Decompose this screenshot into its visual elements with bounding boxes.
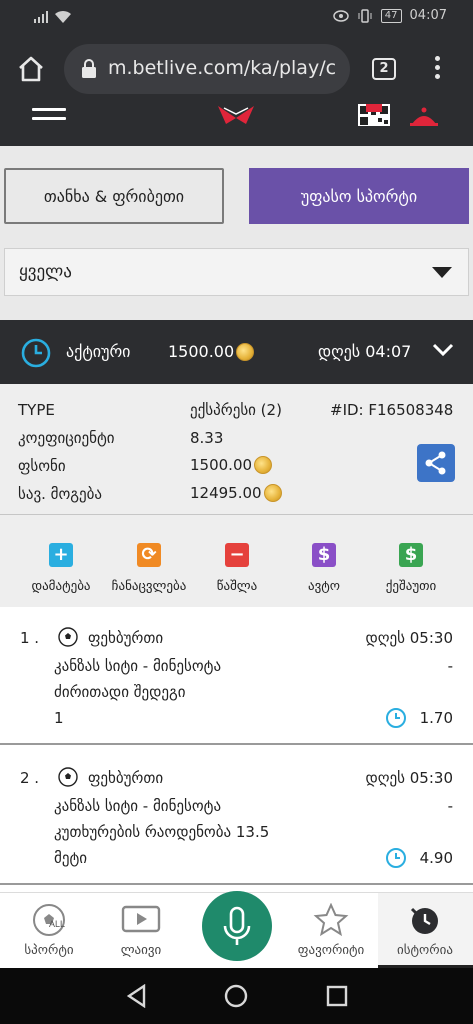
coin-icon [263, 484, 282, 502]
dollar-icon: $ [399, 543, 423, 567]
bet-time: დღეს 04:07 [318, 342, 412, 361]
tab-money-freebet[interactable]: თანხა & ფრიბეთი [4, 168, 224, 224]
bet-type-section: თანხა & ფრიბეთი უფასო სპორტი ყველა [0, 146, 473, 320]
filter-select[interactable]: ყველა [4, 248, 469, 296]
qr-code-icon[interactable] [356, 104, 392, 128]
bet-amount: 1500.00 [168, 342, 255, 361]
match-name: კანზას სიტი - მინესოტა [54, 657, 222, 675]
event-time: დღეს 05:30 [365, 629, 453, 647]
soccer-ball-icon [58, 767, 78, 787]
win-label: სავ. მოგება [18, 485, 103, 503]
play-icon [121, 905, 161, 933]
home-icon[interactable] [16, 54, 46, 84]
selection: მეტი [54, 849, 88, 867]
betlive-logo-icon[interactable] [216, 104, 256, 128]
nav-sport[interactable]: ALL სპორტი [4, 903, 94, 958]
vibrate-icon [358, 8, 372, 23]
win-value: 12495.00 [190, 484, 282, 502]
star-icon [313, 903, 349, 937]
home-circle-icon[interactable] [224, 984, 248, 1008]
selection-odds: 4.90 [419, 849, 453, 867]
stake-label: ფსონი [18, 457, 66, 475]
tab-free-sport[interactable]: უფასო სპორტი [249, 168, 469, 224]
plus-icon: + [49, 543, 73, 567]
market-name: ძირითადი შედეგი [54, 683, 186, 701]
auto-action-button[interactable]: $ ავტო [279, 543, 369, 594]
bet-id: #ID: F16508348 [330, 401, 454, 419]
odds-value: 8.33 [190, 429, 224, 447]
add-action-button[interactable]: + დამატება [16, 543, 106, 594]
bet-list-item[interactable]: 2 . ფეხბურთი დღეს 05:30 კანზას სიტი - მი… [0, 747, 473, 885]
status-bar: 47 04:07 [0, 0, 473, 34]
coin-icon [236, 342, 255, 361]
type-label: TYPE [18, 401, 55, 419]
share-icon[interactable] [417, 444, 455, 482]
url-bar[interactable]: m.betlive.com/ka/play/c [64, 44, 350, 94]
history-icon [410, 907, 438, 934]
soccer-all-icon: ALL [33, 904, 65, 936]
filter-selected-value: ყველა [19, 262, 72, 282]
bet-number: 1 . [20, 629, 40, 647]
bet-actions: + დამატება ⟳ ჩანაცვლება − წაშლა $ ავტო $… [0, 515, 473, 607]
delete-action-button[interactable]: − წაშლა [192, 543, 282, 594]
cashout-action-button[interactable]: $ ქეშაუთი [366, 543, 456, 594]
event-time: დღეს 05:30 [365, 769, 453, 787]
site-header [0, 104, 473, 146]
clock-icon [21, 338, 51, 368]
sport-name: ფეხბურთი [88, 629, 164, 647]
caret-down-icon [432, 267, 452, 278]
selection-odds: 1.70 [419, 709, 453, 727]
market-name: კუთხურების რაოდენობა 13.5 [54, 823, 270, 841]
pending-clock-icon [386, 848, 406, 868]
minus-icon: − [225, 543, 249, 567]
notification-bell-icon[interactable] [408, 104, 440, 128]
voice-button[interactable] [202, 891, 272, 961]
score-placeholder: - [447, 797, 453, 815]
mic-icon [223, 906, 251, 945]
lock-icon [82, 59, 96, 78]
signal-icon [34, 11, 48, 23]
type-value: ექსპრესი (2) [190, 401, 282, 419]
swap-icon: ⟳ [137, 543, 161, 567]
stake-value: 1500.00 [190, 456, 273, 474]
nav-favorites[interactable]: ფავორიტი [286, 903, 376, 958]
coin-icon [254, 456, 273, 474]
selection: 1 [54, 709, 64, 727]
wifi-icon [55, 10, 71, 23]
recents-icon[interactable] [325, 984, 349, 1008]
nav-live[interactable]: ლაივი [96, 903, 186, 958]
url-text: m.betlive.com/ka/play/c [108, 57, 337, 79]
chevron-down-icon[interactable] [432, 342, 454, 358]
browser-toolbar: m.betlive.com/ka/play/c 2 [0, 34, 473, 104]
bottom-navigation: ALL სპორტი ლაივი ფავორიტი ისტორია [0, 891, 473, 968]
battery-icon: 47 [380, 8, 402, 23]
bet-status: აქტიური [66, 342, 131, 361]
bet-number: 2 . [20, 769, 40, 787]
dollar-icon: $ [312, 543, 336, 567]
bet-list-item[interactable]: 1 . ფეხბურთი დღეს 05:30 კანზას სიტი - მი… [0, 607, 473, 745]
svg-text:ALL: ALL [49, 919, 65, 929]
pending-clock-icon [386, 708, 406, 728]
tabs-count-button[interactable]: 2 [372, 58, 396, 80]
soccer-ball-icon [58, 627, 78, 647]
system-navigation-bar [0, 968, 473, 1024]
odds-label: კოეფიციენტი [18, 429, 115, 447]
hamburger-menu-icon[interactable] [32, 108, 66, 126]
nav-history[interactable]: ისტორია [380, 903, 470, 958]
eye-icon [333, 9, 349, 22]
replace-action-button[interactable]: ⟳ ჩანაცვლება [104, 543, 194, 594]
sport-name: ფეხბურთი [88, 769, 164, 787]
bet-summary-bar[interactable]: აქტიური 1500.00 დღეს 04:07 [0, 320, 473, 384]
back-icon[interactable] [126, 984, 148, 1008]
overflow-menu-icon[interactable] [430, 56, 444, 84]
clock-time: 04:07 [409, 8, 447, 23]
score-placeholder: - [447, 657, 453, 675]
match-name: კანზას სიტი - მინესოტა [54, 797, 222, 815]
bet-details: TYPE ექსპრესი (2) #ID: F16508348 კოეფიცი… [0, 384, 473, 514]
